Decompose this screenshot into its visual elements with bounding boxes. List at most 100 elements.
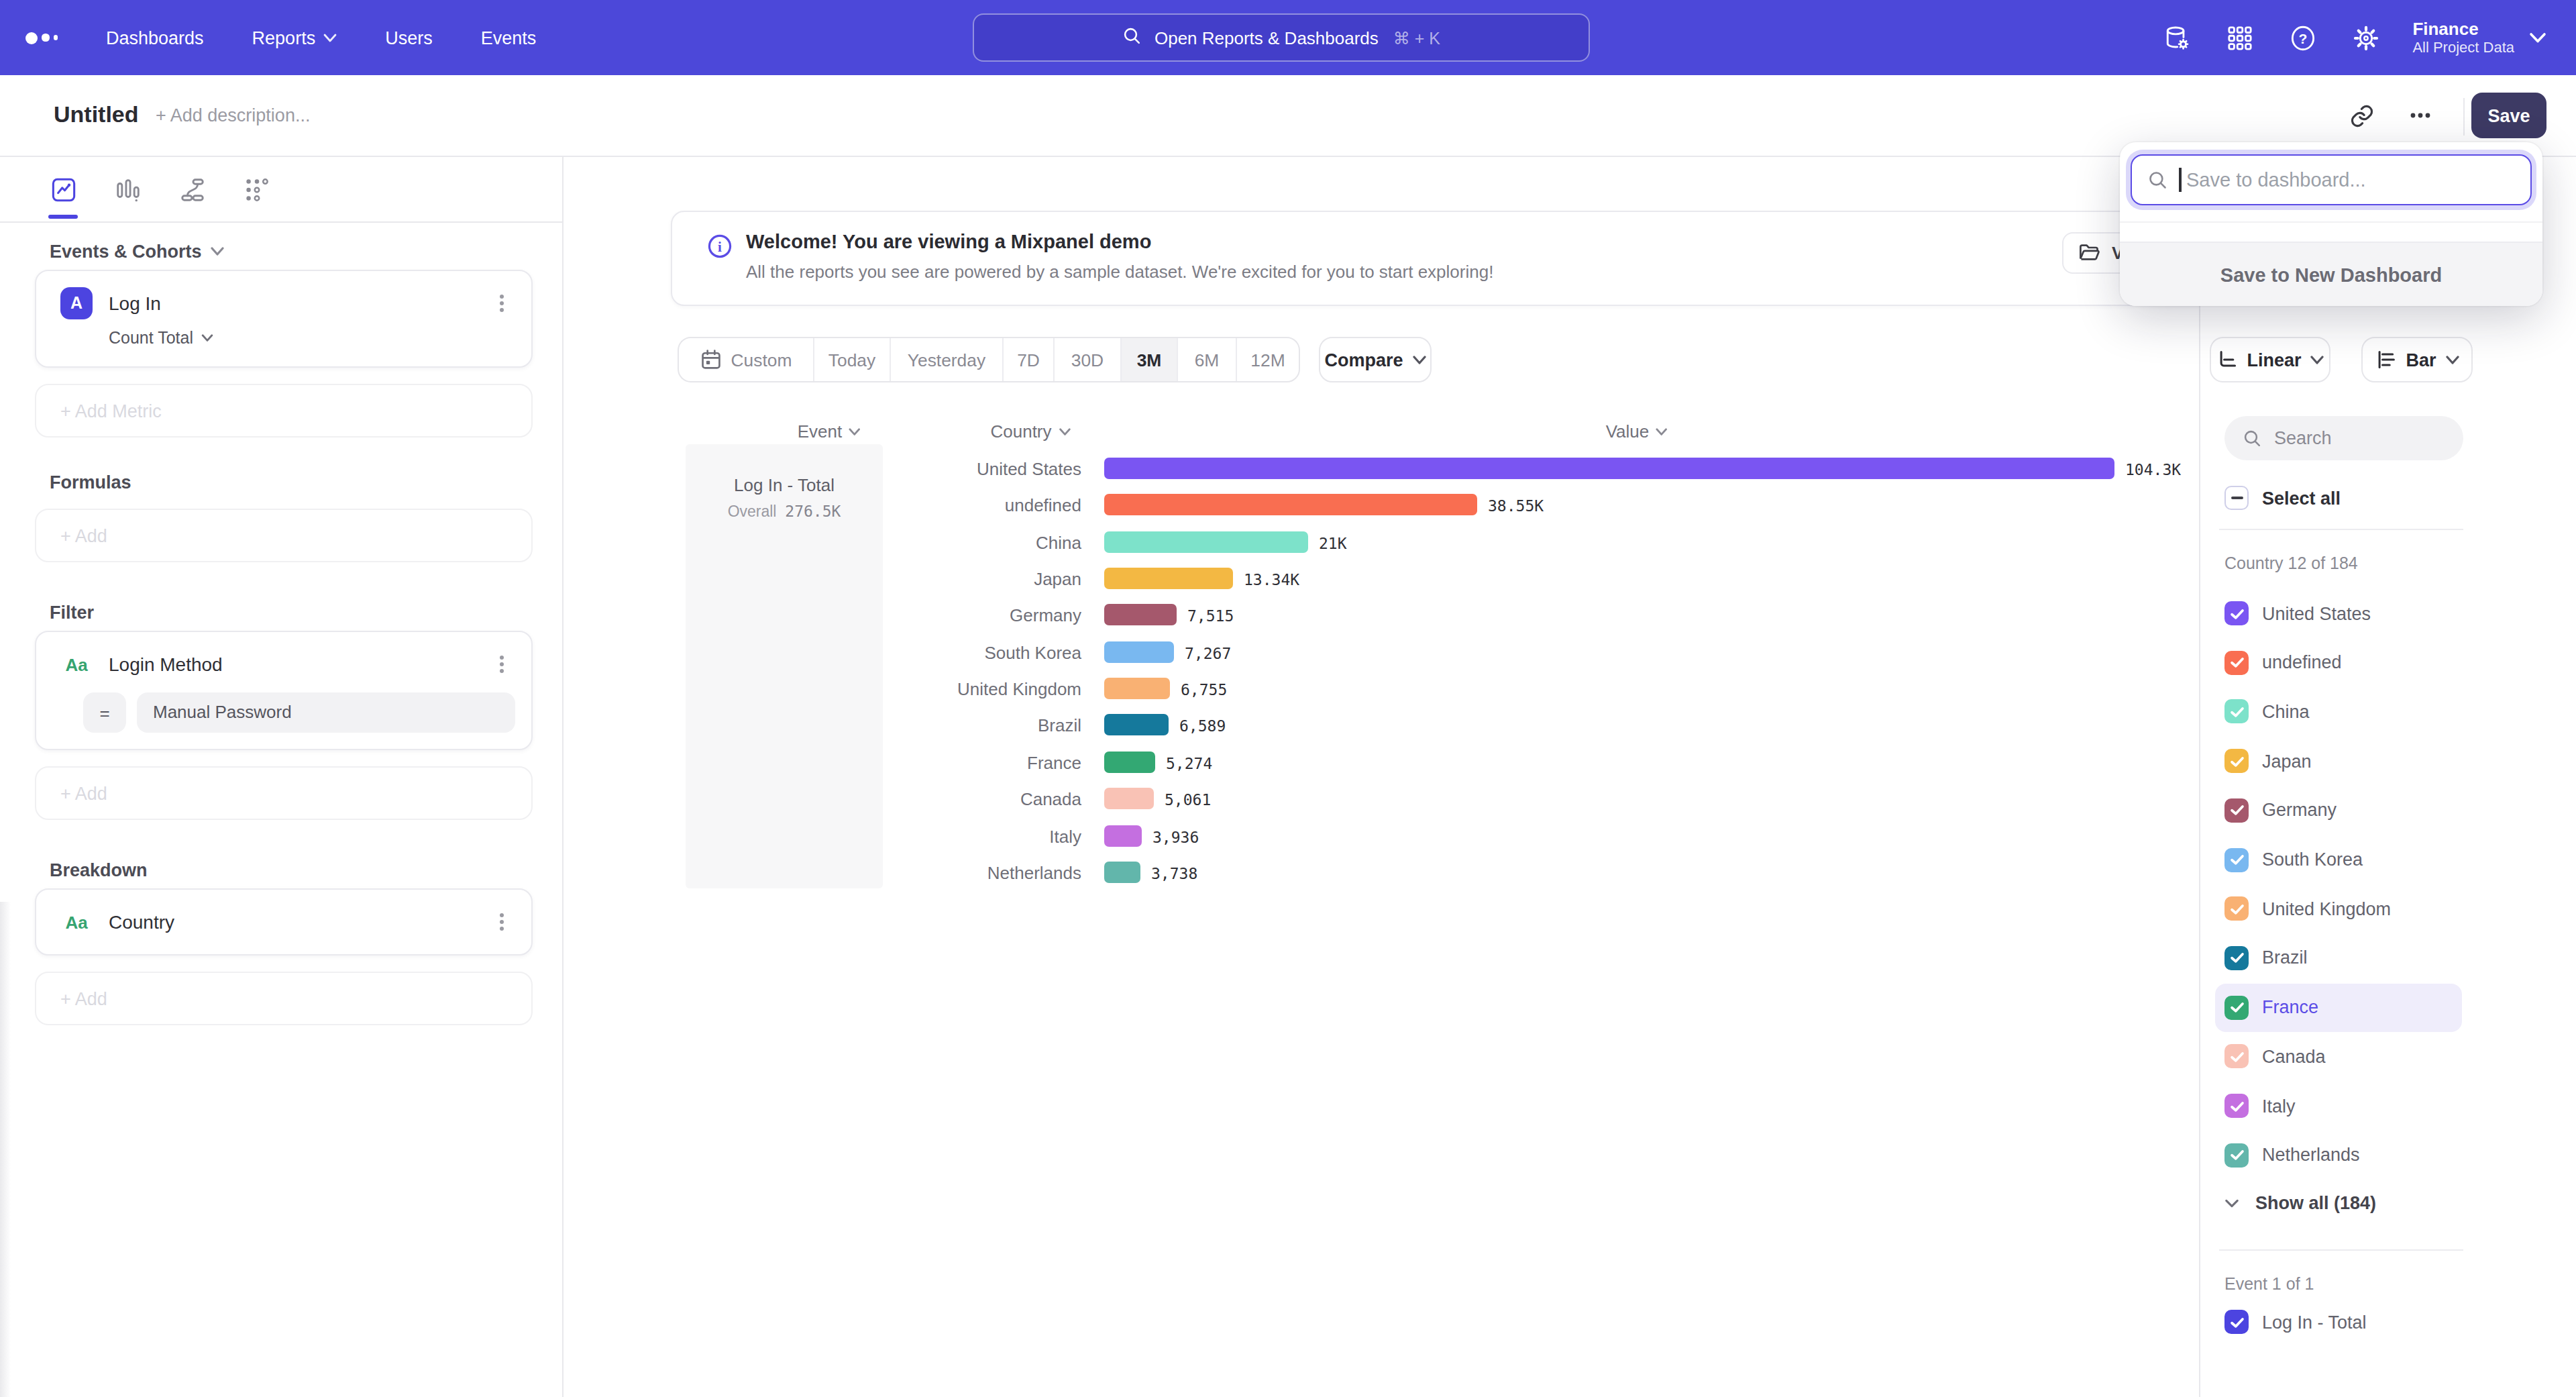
checkbox[interactable] bbox=[2224, 749, 2249, 773]
bar[interactable] bbox=[1104, 752, 1155, 773]
kebab-menu-icon[interactable] bbox=[488, 909, 515, 935]
date-range-control: CustomTodayYesterday7D30D3M6M12M bbox=[678, 337, 1300, 382]
aggregation-selector[interactable]: Count Total bbox=[109, 329, 515, 348]
date-range-12m[interactable]: 12M bbox=[1236, 338, 1299, 381]
bar[interactable] bbox=[1104, 531, 1308, 552]
checkbox[interactable] bbox=[2224, 946, 2249, 970]
bar[interactable] bbox=[1104, 568, 1233, 589]
filter-item-canada[interactable]: Canada bbox=[2215, 1033, 2462, 1081]
filter-item-china[interactable]: China bbox=[2215, 688, 2462, 736]
checkbox[interactable] bbox=[2224, 1094, 2249, 1118]
select-all-checkbox[interactable] bbox=[2224, 486, 2249, 510]
nav-item-dashboards[interactable]: Dashboards bbox=[106, 28, 204, 48]
bar[interactable] bbox=[1104, 495, 1477, 516]
compare-button[interactable]: Compare bbox=[1319, 337, 1432, 382]
tab-retention[interactable] bbox=[241, 174, 271, 204]
checkbox[interactable] bbox=[2224, 1045, 2249, 1069]
save-dashboard-search-input[interactable]: Save to dashboard... bbox=[2131, 154, 2532, 205]
checkbox[interactable] bbox=[2224, 1143, 2249, 1167]
checkbox[interactable] bbox=[2224, 896, 2249, 921]
breakdown-card[interactable]: Aa Country bbox=[35, 888, 533, 955]
filter-item-united-kingdom[interactable]: United Kingdom bbox=[2215, 884, 2462, 933]
date-range-custom[interactable]: Custom bbox=[679, 338, 813, 381]
tab-insights[interactable] bbox=[48, 174, 78, 204]
global-search-button[interactable]: Open Reports & Dashboards ⌘ + K bbox=[973, 13, 1590, 62]
bar-row-italy: Italy3,936 bbox=[0, 818, 2199, 853]
filter-item-netherlands[interactable]: Netherlands bbox=[2215, 1131, 2462, 1179]
bar[interactable] bbox=[1104, 458, 2114, 479]
nav-item-users[interactable]: Users bbox=[385, 28, 433, 48]
divider bbox=[2219, 1249, 2463, 1251]
top-nav: Dashboards Reports Users Events Open Report… bbox=[0, 0, 2576, 75]
tab-funnels[interactable] bbox=[113, 174, 142, 204]
bar-row-germany: Germany7,515 bbox=[0, 598, 2199, 633]
date-range-yesterday[interactable]: Yesterday bbox=[890, 338, 1002, 381]
report-title[interactable]: Untitled bbox=[54, 102, 139, 129]
checkbox[interactable] bbox=[2224, 650, 2249, 674]
checkbox[interactable] bbox=[2224, 847, 2249, 872]
bar[interactable] bbox=[1104, 641, 1174, 663]
date-range-30d[interactable]: 30D bbox=[1053, 338, 1120, 381]
checkbox[interactable] bbox=[2224, 798, 2249, 823]
show-all-toggle[interactable]: Show all (184) bbox=[2224, 1193, 2376, 1213]
chevron-down-icon bbox=[2529, 25, 2546, 50]
column-header-country[interactable]: Country bbox=[990, 421, 1070, 442]
bar-category-label: Brazil bbox=[786, 716, 1081, 736]
segment-search-input[interactable]: Search bbox=[2224, 416, 2463, 460]
bar[interactable] bbox=[1104, 788, 1154, 809]
add-breakdown-button[interactable]: + Add bbox=[35, 972, 533, 1025]
checkbox[interactable] bbox=[2224, 995, 2249, 1019]
more-options-icon[interactable] bbox=[2402, 97, 2439, 134]
metric-card[interactable]: A Log In Count Total bbox=[35, 270, 533, 368]
date-range-3m[interactable]: 3M bbox=[1120, 338, 1177, 381]
bar-value-label: 7,267 bbox=[1185, 644, 1231, 663]
filter-item-event-log-in---total[interactable]: Log In - Total bbox=[2215, 1298, 2462, 1346]
scale-selector-button[interactable]: Linear bbox=[2210, 337, 2330, 382]
checkbox[interactable] bbox=[2224, 700, 2249, 724]
checkbox[interactable] bbox=[2224, 601, 2249, 625]
filter-item-germany[interactable]: Germany bbox=[2215, 786, 2462, 835]
banner-title: Welcome! You are viewing a Mixpanel demo bbox=[746, 231, 1151, 252]
mixpanel-logo-icon[interactable] bbox=[25, 32, 58, 44]
bar[interactable] bbox=[1104, 605, 1177, 626]
select-all-row[interactable]: Select all bbox=[2224, 486, 2341, 510]
add-metric-button[interactable]: + Add Metric bbox=[35, 384, 533, 437]
svg-text:?: ? bbox=[2299, 30, 2308, 46]
event-name[interactable]: Log In bbox=[109, 293, 488, 314]
filter-item-undefined[interactable]: undefined bbox=[2215, 638, 2462, 686]
copy-link-icon[interactable] bbox=[2343, 97, 2380, 134]
tab-flows[interactable] bbox=[177, 174, 207, 204]
checkbox[interactable] bbox=[2224, 1310, 2249, 1334]
filter-item-united-states[interactable]: United States bbox=[2215, 589, 2462, 637]
column-header-event[interactable]: Event bbox=[798, 421, 861, 442]
kebab-menu-icon[interactable] bbox=[488, 290, 515, 317]
breakdown-property-name[interactable]: Country bbox=[109, 911, 488, 933]
date-range-6m[interactable]: 6M bbox=[1177, 338, 1236, 381]
report-description-placeholder[interactable]: + Add description... bbox=[156, 105, 310, 125]
help-icon[interactable]: ? bbox=[2289, 23, 2317, 52]
date-range-today[interactable]: Today bbox=[813, 338, 890, 381]
filter-item-brazil[interactable]: Brazil bbox=[2215, 934, 2462, 982]
apps-grid-icon[interactable] bbox=[2226, 23, 2254, 52]
filter-item-japan[interactable]: Japan bbox=[2215, 737, 2462, 785]
bar[interactable] bbox=[1104, 715, 1169, 736]
events-section-heading[interactable]: Events & Cohorts bbox=[50, 242, 533, 262]
project-selector[interactable]: Finance All Project Data bbox=[2412, 19, 2514, 56]
bar[interactable] bbox=[1104, 825, 1142, 846]
save-button[interactable]: Save bbox=[2471, 93, 2546, 138]
settings-gear-icon[interactable] bbox=[2352, 23, 2380, 52]
chart-type-button[interactable]: Bar bbox=[2361, 337, 2473, 382]
project-scope: All Project Data bbox=[2412, 39, 2514, 56]
column-header-value[interactable]: Value bbox=[1606, 421, 1668, 442]
filter-item-south-korea[interactable]: South Korea bbox=[2215, 835, 2462, 884]
date-range-7d[interactable]: 7D bbox=[1002, 338, 1053, 381]
save-to-new-dashboard-button[interactable]: Save to New Dashboard bbox=[2120, 242, 2542, 306]
filter-item-france[interactable]: France bbox=[2215, 983, 2462, 1031]
filter-item-italy[interactable]: Italy bbox=[2215, 1082, 2462, 1130]
nav-item-reports[interactable]: Reports bbox=[252, 28, 337, 48]
bar-value-label: 21K bbox=[1319, 533, 1347, 552]
data-management-icon[interactable] bbox=[2163, 23, 2191, 52]
bar[interactable] bbox=[1104, 862, 1140, 883]
bar[interactable] bbox=[1104, 678, 1170, 699]
nav-item-events[interactable]: Events bbox=[481, 28, 537, 48]
